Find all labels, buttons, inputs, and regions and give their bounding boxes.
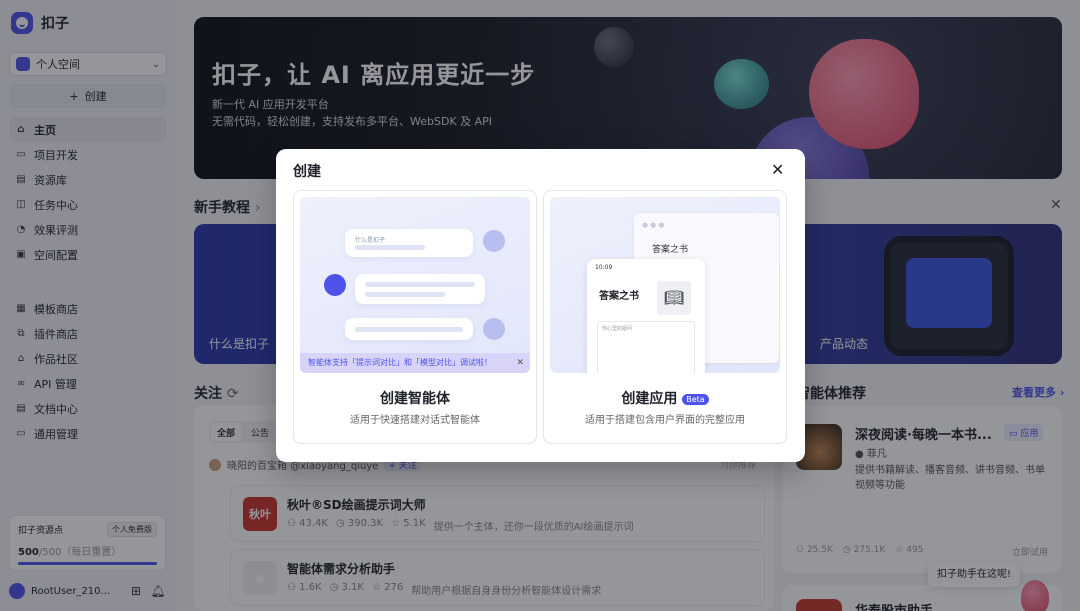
- modal-title: 创建: [293, 164, 321, 180]
- create-modal: 创建 ✕ 什么是扣子 智能体支持「提示词对比」和「模型对比」调试啦！ ✕ 创建智: [276, 149, 805, 462]
- illus-phone-input-text: 你心里的疑问: [602, 326, 633, 332]
- window-dots-icon: ●●●: [642, 221, 667, 229]
- agent-illustration: 什么是扣子 智能体支持「提示词对比」和「模型对比」调试啦！ ✕: [300, 197, 530, 373]
- create-agent-desc: 适用于快速搭建对话式智能体: [350, 415, 480, 426]
- create-app-desc: 适用于搭建包含用户界面的完整应用: [585, 415, 745, 426]
- create-agent-card[interactable]: 什么是扣子 智能体支持「提示词对比」和「模型对比」调试啦！ ✕ 创建智能体 适用…: [293, 190, 537, 444]
- agent-notice-text: 智能体支持「提示词对比」和「模型对比」调试啦！: [308, 358, 492, 367]
- illus-answer-bubble: [355, 274, 485, 304]
- illus-phone-title: 答案之书: [599, 291, 639, 302]
- beta-badge: Beta: [682, 393, 709, 405]
- create-app-title: 创建应用 Beta: [544, 388, 786, 408]
- book-icon: 📖︎: [657, 281, 691, 315]
- app-illustration: ●●● 答案之书 10:09 答案之书 📖︎ 你心里的疑问: [550, 197, 780, 373]
- notice-close-icon[interactable]: ✕: [516, 353, 524, 373]
- create-agent-title: 创建智能体: [380, 391, 450, 407]
- user-avatar-icon-2: [483, 318, 505, 340]
- create-app-title-text: 创建应用: [621, 391, 678, 407]
- illus-followup-bubble: [345, 318, 473, 340]
- bot-avatar-icon: [324, 274, 346, 296]
- illus-question-text: 什么是扣子: [355, 237, 386, 244]
- agent-notice: 智能体支持「提示词对比」和「模型对比」调试啦！ ✕: [300, 353, 530, 373]
- create-app-card[interactable]: ●●● 答案之书 10:09 答案之书 📖︎ 你心里的疑问 创建应用 Beta …: [543, 190, 787, 444]
- user-avatar-icon: [483, 230, 505, 252]
- illus-phone: 10:09 答案之书 📖︎ 你心里的疑问: [587, 259, 705, 373]
- illus-phone-time: 10:09: [595, 264, 613, 271]
- illus-question-bubble: 什么是扣子: [345, 229, 473, 257]
- illus-phone-input: 你心里的疑问: [597, 321, 695, 373]
- close-icon[interactable]: ✕: [771, 160, 784, 179]
- illus-window-title: 答案之书: [652, 245, 689, 255]
